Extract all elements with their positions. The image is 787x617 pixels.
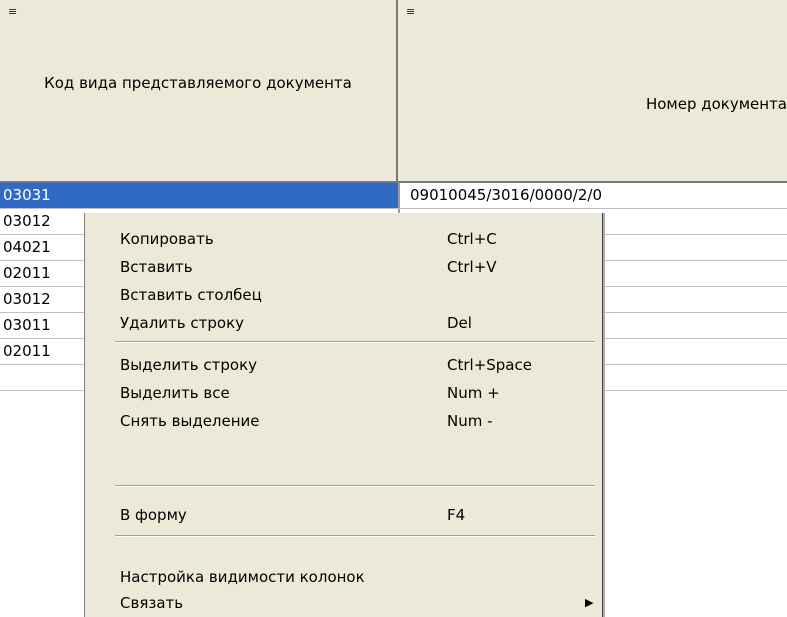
menu-item-label: Снять выделение: [120, 412, 260, 430]
menu-item-link[interactable]: Связать ▶: [85, 589, 602, 617]
column-menu-icon[interactable]: ≡: [406, 6, 415, 17]
menu-item-label: Удалить строку: [120, 314, 245, 332]
menu-item-label: Связать: [120, 594, 184, 612]
menu-item-paste-column[interactable]: Вставить столбец: [85, 281, 602, 309]
menu-item-shortcut: Num +: [447, 384, 500, 402]
menu-item-shortcut: Ctrl+V: [447, 258, 497, 276]
menu-item-column-visibility[interactable]: Настройка видимости колонок: [85, 563, 602, 591]
submenu-arrow-icon: ▶: [585, 596, 594, 609]
menu-item-shortcut: Ctrl+Space: [447, 356, 532, 374]
menu-item-deselect[interactable]: Снять выделение Num -: [85, 407, 602, 435]
menu-item-shortcut: Del: [447, 314, 472, 332]
column-header-doc-number[interactable]: ≡ Номер документа: [398, 0, 787, 183]
menu-item-label: Выделить строку: [120, 356, 258, 374]
menu-item-select-row[interactable]: Выделить строку Ctrl+Space: [85, 351, 602, 379]
column-header-label: Номер документа: [645, 95, 787, 113]
menu-item-shortcut: Ctrl+C: [447, 230, 497, 248]
menu-item-label: Копировать: [120, 230, 214, 248]
cell-code[interactable]: 03031: [0, 183, 398, 208]
column-menu-icon[interactable]: ≡: [8, 6, 17, 17]
context-menu: Копировать Ctrl+C Вставить Ctrl+V Встави…: [84, 213, 603, 617]
column-header-doc-type-code[interactable]: ≡ Код вида представляемого документа: [0, 0, 398, 183]
menu-separator: [115, 535, 595, 537]
menu-item-shortcut: Num -: [447, 412, 493, 430]
table-row[interactable]: 03031 09010045/3016/0000/2/0: [0, 183, 787, 209]
menu-item-label: Вставить: [120, 258, 193, 276]
menu-item-label: В форму: [120, 506, 187, 524]
menu-item-label: Выделить все: [120, 384, 230, 402]
menu-separator: [115, 341, 595, 343]
menu-item-paste[interactable]: Вставить Ctrl+V: [85, 253, 602, 281]
menu-item-shortcut: F4: [447, 506, 466, 524]
menu-item-select-all[interactable]: Выделить все Num +: [85, 379, 602, 407]
menu-item-delete-row[interactable]: Удалить строку Del: [85, 309, 602, 337]
menu-item-label: Вставить столбец: [120, 286, 262, 304]
menu-item-copy[interactable]: Копировать Ctrl+C: [85, 225, 602, 253]
menu-item-label: Настройка видимости колонок: [120, 568, 365, 586]
cell-number[interactable]: 09010045/3016/0000/2/0: [398, 183, 787, 208]
menu-item-to-form[interactable]: В форму F4: [85, 501, 602, 529]
menu-separator: [115, 485, 595, 487]
column-header-label: Код вида представляемого документа: [44, 74, 352, 92]
